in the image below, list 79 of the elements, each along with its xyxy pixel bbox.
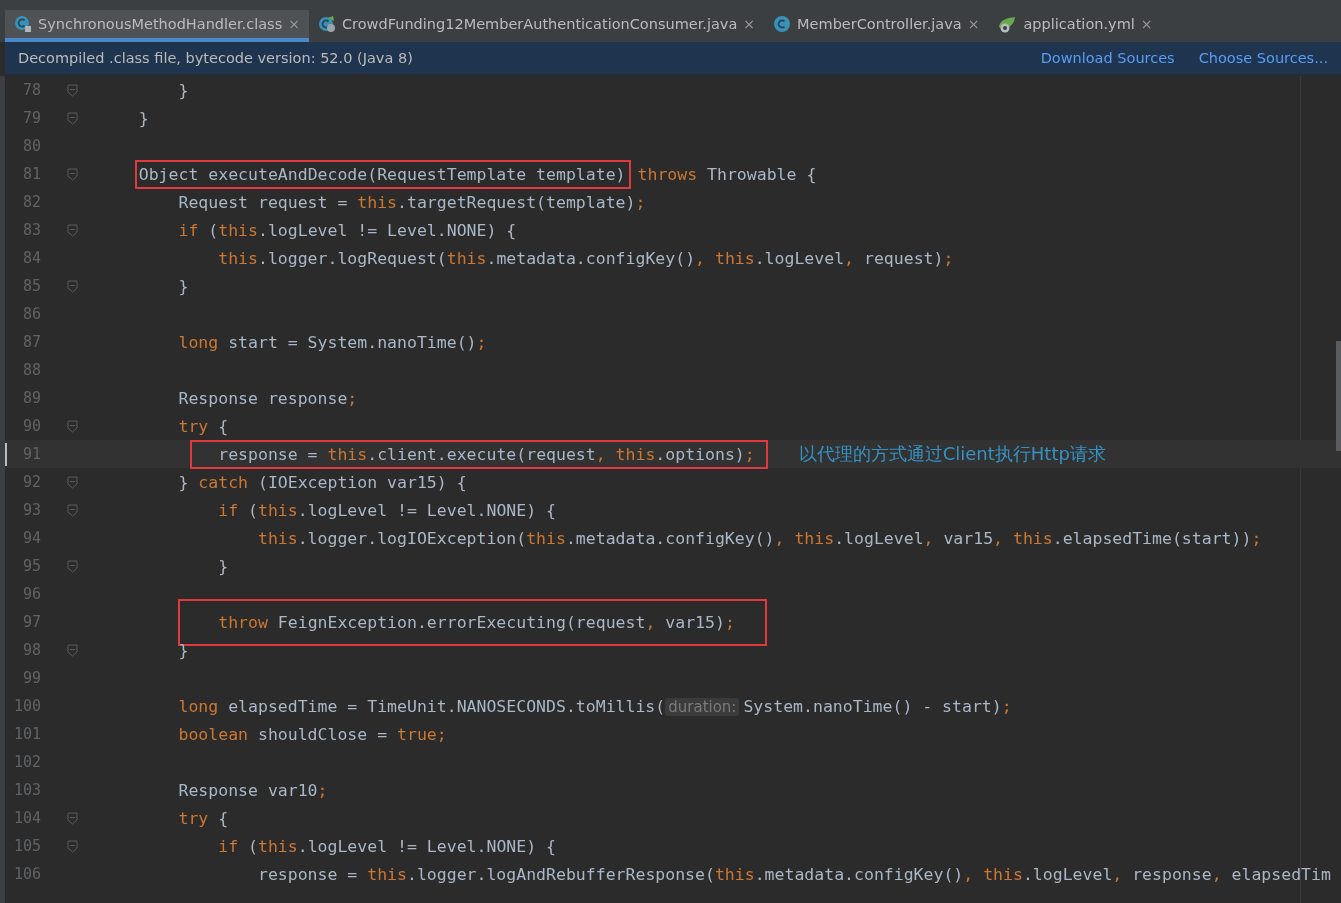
code-text: throws Throwable { [637,164,817,184]
code-text: Request request = this.targetRequest(template); [177,192,646,212]
code-text: long start = System.nanoTime(); [177,332,487,352]
editor-tab[interactable]: application.yml × [988,10,1162,42]
code-text: } [137,108,149,128]
close-icon[interactable]: × [1140,16,1153,32]
fold-icon[interactable] [66,83,78,97]
code-text: this.logger.logRequest(this.metadata.configKey(), this.logLevel, request); [217,248,954,268]
line-number: 95 [21,557,41,575]
line-number: 96 [21,585,41,603]
close-icon[interactable]: × [967,16,980,32]
code-text: long elapsedTime = TimeUnit.NANOSECONDS.toMillis( duration: System.nanoTime() - start); [177,696,1012,716]
line-number: 99 [21,669,41,687]
highlighted-code: response = this.client.execute(request, this.options); [192,441,766,467]
editor-tab[interactable]: MemberController.java × [764,10,989,42]
line-number: 80 [21,137,41,155]
code-text: } [217,556,229,576]
code-text: try { [177,808,229,828]
code-text: response = this.logger.logAndRebufferResponse(this.metadata.configKey(), this.logLevel, response, elapsedTim [256,864,1331,884]
code-text: if (this.logLevel != Level.NONE) { [177,220,517,240]
line-number: 105 [12,837,41,855]
line-number: 104 [12,809,41,827]
fold-icon[interactable] [66,111,78,125]
fold-icon[interactable] [66,559,78,573]
scrollbar-thumb[interactable] [1336,341,1341,451]
code-text: if (this.logLevel != Level.NONE) { [217,500,556,520]
line-number: 82 [21,193,41,211]
fold-icon[interactable] [66,839,78,853]
close-icon[interactable]: × [743,16,756,32]
leaf-file-icon [997,15,1018,33]
line-number: 103 [12,781,41,799]
fold-icon[interactable] [66,503,78,517]
line-number: 106 [12,865,41,883]
line-number: 100 [12,697,41,715]
code-text: if (this.logLevel != Level.NONE) { [217,836,556,856]
line-number: 93 [21,501,41,519]
line-number: 101 [12,725,41,743]
class-file-icon [14,15,32,33]
annotation-note: 以代理的方式通过Client执行Http请求 [798,442,1106,466]
line-number: 90 [21,417,41,435]
code-text: } [177,276,189,296]
editor-tab[interactable]: SynchronousMethodHandler.class × [5,10,309,42]
code-text: } catch (IOException var15) { [177,472,467,492]
fold-icon[interactable] [66,279,78,293]
line-number: 84 [21,249,41,267]
line-number: 98 [21,641,41,659]
line-number: 78 [21,81,41,99]
decompiled-notice: Decompiled .class file, bytecode version: 52.0 (Java 8) [18,50,414,66]
sources-link[interactable]: Download Sources [1040,50,1175,66]
line-number: 89 [21,389,41,407]
sources-link[interactable]: Choose Sources... [1198,50,1328,66]
line-number: 88 [21,361,41,379]
code-text: try { [177,416,229,436]
code-text: boolean shouldClose = true; [177,724,447,744]
fold-icon[interactable] [66,223,78,237]
class-file-icon [773,15,792,33]
fold-icon[interactable] [66,419,78,433]
code-text: Response response; [177,388,358,408]
line-number: 81 [21,165,41,183]
fold-icon[interactable] [66,643,78,657]
line-number: 92 [21,473,41,491]
fold-icon[interactable] [66,811,78,825]
line-number: 85 [21,277,41,295]
code-text: this.logger.logIOException(this.metadata.configKey(), this.logLevel, var15, this.elapsedTime(start)); [256,528,1262,548]
code-text: } [177,80,189,100]
line-number: 83 [21,221,41,239]
line-number: 97 [21,613,41,631]
highlighted-code: Object executeAndDecode(RequestTemplate template) [136,161,629,187]
line-number: 86 [21,305,41,323]
class-file-icon [317,15,336,33]
editor-tab[interactable]: CrowdFunding12MemberAuthenticationConsumer.java × [308,10,765,42]
line-number: 94 [21,529,41,547]
fold-icon[interactable] [66,475,78,489]
line-number: 87 [21,333,41,351]
line-number: 102 [12,753,41,771]
close-icon[interactable]: × [288,16,300,32]
code-text: Response var10; [177,780,328,800]
fold-icon[interactable] [66,167,78,181]
line-number: 79 [21,109,41,127]
